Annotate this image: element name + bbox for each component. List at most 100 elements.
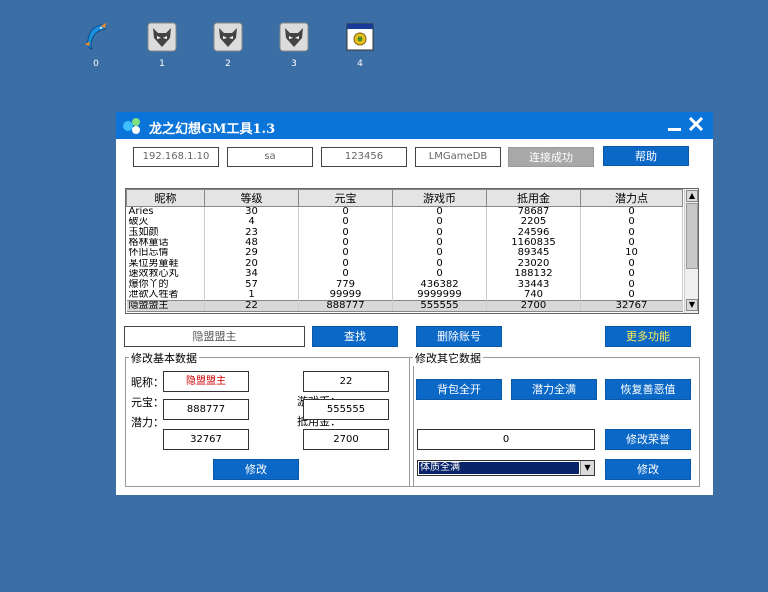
cell-coin: 9999999	[392, 289, 487, 301]
desktop-icon-0[interactable]: 0	[78, 22, 114, 69]
table-scrollbar[interactable]: ▲ ▼	[684, 189, 698, 313]
table-row[interactable]: 某位男童鞋 20 0 0 23020 0	[126, 258, 683, 269]
cell-nickname: 泄欲人牲者	[126, 289, 205, 301]
cell-nickname: 速效救心丸	[126, 268, 205, 280]
scroll-thumb[interactable]	[686, 203, 698, 269]
cell-coin: 0	[392, 206, 487, 217]
desktop-icon-label: 3	[291, 59, 297, 69]
chevron-down-icon[interactable]: ▼	[580, 461, 594, 475]
cell-level: 4	[204, 217, 299, 228]
table-row[interactable]: 格林童话 48 0 0 1160835 0	[126, 237, 683, 249]
fox-head-icon	[279, 22, 309, 52]
cell-voucher: 740	[486, 289, 581, 301]
database-field[interactable]: LMGameDB	[415, 147, 501, 167]
cell-nickname: 隐盟盟主	[126, 299, 205, 312]
desktop-icon-3[interactable]: 3	[276, 22, 312, 69]
gm-tool-window: 龙之幻想GM工具1.3 192.168.1.10 sa 123456 LMGam…	[116, 112, 713, 495]
column-header-voucher[interactable]: 抵用金	[486, 189, 581, 207]
dolphin-icon	[85, 23, 106, 50]
desktop-icon-label: 1	[159, 59, 165, 69]
cell-yuanbao: 0	[298, 258, 393, 269]
cell-level: 57	[204, 279, 299, 290]
cell-voucher: 23020	[486, 258, 581, 269]
nickname-label: 昵称：	[131, 376, 164, 389]
coin-field[interactable]: 555555	[303, 399, 389, 420]
cell-voucher: 78687	[486, 206, 581, 217]
table-row[interactable]: Aries 30 0 0 78687 0	[126, 206, 683, 217]
nickname-field[interactable]: 隐盟盟主	[163, 371, 249, 392]
minimize-icon[interactable]	[667, 117, 683, 133]
cell-yuanbao: 0	[298, 227, 393, 238]
cell-potential: 0	[580, 289, 683, 301]
column-header-nickname[interactable]: 昵称	[126, 189, 205, 207]
cell-potential: 0	[580, 227, 683, 238]
level-field[interactable]: 22	[303, 371, 389, 392]
cell-voucher: 89345	[486, 248, 581, 259]
cell-level: 30	[204, 206, 299, 217]
voucher-field[interactable]: 2700	[303, 429, 389, 450]
attribute-select[interactable]: 体质全满 ▼	[417, 460, 595, 476]
connect-status-button[interactable]: 连接成功	[508, 147, 594, 167]
modify-basic-button[interactable]: 修改	[213, 459, 299, 480]
column-header-yuanbao[interactable]: 元宝	[298, 189, 393, 207]
app-logo-icon	[123, 118, 140, 134]
cell-yuanbao: 0	[298, 237, 393, 249]
modify-other-button[interactable]: 修改	[605, 459, 691, 480]
table-row[interactable]: 怀旧忘情 29 0 0 89345 10	[126, 248, 683, 259]
column-header-level[interactable]: 等级	[204, 189, 299, 207]
window-title: 龙之幻想GM工具1.3	[149, 122, 276, 137]
cell-potential: 0	[580, 217, 683, 228]
table-row[interactable]: 玉如颜 23 0 0 24596 0	[126, 227, 683, 238]
cell-coin: 0	[392, 227, 487, 238]
cell-potential: 10	[580, 248, 683, 259]
desktop-icon-4[interactable]: 4	[342, 22, 378, 69]
table-row[interactable]: 爆你丫的 57 779 436382 33443 0	[126, 279, 683, 290]
cell-potential: 0	[580, 258, 683, 269]
desktop-icon-label: 4	[357, 59, 363, 69]
potential-field[interactable]: 32767	[163, 429, 249, 450]
modify-honor-button[interactable]: 修改荣誉	[605, 429, 691, 450]
search-input[interactable]: 隐盟盟主	[124, 326, 305, 347]
title-bar[interactable]: 龙之幻想GM工具1.3	[116, 112, 713, 139]
desktop-icon-2[interactable]: 2	[210, 22, 246, 69]
cell-nickname: 格林童话	[126, 237, 205, 249]
cell-coin: 0	[392, 258, 487, 269]
help-button[interactable]: 帮助	[603, 146, 689, 166]
cell-coin: 0	[392, 248, 487, 259]
attribute-select-value: 体质全满	[419, 462, 579, 474]
column-header-potential[interactable]: 潜力点	[580, 189, 683, 207]
table-header-row: 昵称 等级 元宝 游戏币 抵用金 潜力点	[126, 189, 683, 207]
password-field[interactable]: 123456	[321, 147, 407, 167]
table-row[interactable]: 破灭 4 0 0 2205 0	[126, 217, 683, 228]
table-row[interactable]: 隐盟盟主 22 888777 555555 2700 32767	[126, 299, 683, 312]
scroll-up-icon[interactable]: ▲	[686, 190, 698, 202]
yuanbao-field[interactable]: 888777	[163, 399, 249, 420]
host-field[interactable]: 192.168.1.10	[133, 147, 219, 167]
other-data-caption: 修改其它数据	[413, 350, 483, 366]
cell-coin: 555555	[392, 299, 487, 312]
find-button[interactable]: 查找	[312, 326, 398, 347]
max-potential-button[interactable]: 潜力全满	[511, 379, 597, 400]
cell-coin: 0	[392, 217, 487, 228]
cell-voucher: 33443	[486, 279, 581, 290]
honor-field[interactable]: 0	[417, 429, 595, 450]
cell-nickname: 爆你丫的	[126, 279, 205, 290]
scroll-down-icon[interactable]: ▼	[686, 299, 698, 311]
cell-nickname: 某位男童鞋	[126, 258, 205, 269]
desktop-icon-1[interactable]: 1	[144, 22, 180, 69]
delete-account-button[interactable]: 删除账号	[416, 326, 502, 347]
cell-voucher: 1160835	[486, 237, 581, 249]
table-row[interactable]: 泄欲人牲者 1 99999 9999999 740 0	[126, 289, 683, 301]
close-icon[interactable]	[687, 115, 705, 133]
more-functions-button[interactable]: 更多功能	[605, 326, 691, 347]
user-field[interactable]: sa	[227, 147, 313, 167]
table-row[interactable]: 速效救心丸 34 0 0 188132 0	[126, 268, 683, 280]
restore-karma-button[interactable]: 恢复善恶值	[605, 379, 691, 400]
open-all-bags-button[interactable]: 背包全开	[416, 379, 502, 400]
cell-nickname: 玉如颜	[126, 227, 205, 238]
column-header-coin[interactable]: 游戏币	[392, 189, 487, 207]
cell-level: 1	[204, 289, 299, 301]
cell-potential: 0	[580, 206, 683, 217]
app-window-icon	[346, 23, 374, 51]
player-table[interactable]: 昵称 等级 元宝 游戏币 抵用金 潜力点 Aries 30 0 0 78687 0 破灭 4 0…	[125, 188, 699, 314]
